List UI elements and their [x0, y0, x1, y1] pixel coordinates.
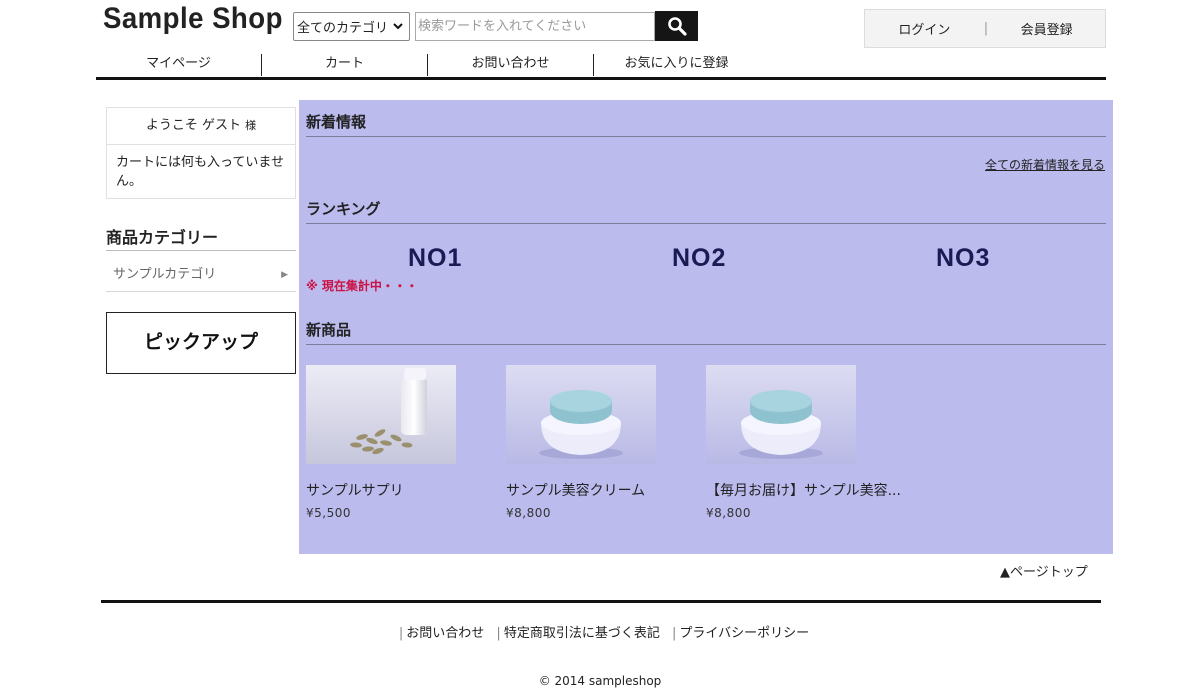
rank-2: NO2 [672, 244, 727, 272]
global-nav: マイページ カート お問い合わせ お気に入りに登録 [96, 54, 1106, 79]
product-price: ¥5,500 [306, 506, 351, 520]
news-heading: 新着情報 [306, 113, 367, 131]
product-name[interactable]: サンプルサプリ [306, 480, 506, 500]
welcome-text: ようこそ ゲスト [145, 118, 241, 133]
welcome-suffix: 様 [245, 119, 257, 132]
product-price: ¥8,800 [706, 506, 751, 520]
nav-divider [96, 77, 1106, 80]
category-select-value: 全てのカテゴリ [297, 21, 389, 36]
footer-separator: | [671, 626, 677, 641]
category-item-label: サンプルカテゴリ [113, 267, 217, 282]
ranking-note: ※ 現在集計中・・・ [306, 279, 418, 293]
footer-link-contact[interactable]: お問い合わせ [406, 626, 484, 641]
footer-link-legal[interactable]: 特定商取引法に基づく表記 [504, 626, 660, 641]
product-card[interactable]: サンプルサプリ ¥5,500 [306, 365, 506, 520]
supplement-image[interactable] [306, 365, 456, 464]
chevron-down-icon [393, 23, 403, 30]
product-name[interactable]: サンプル美容クリーム [506, 480, 706, 500]
register-link[interactable]: 会員登録 [988, 19, 1105, 38]
main-content: 新着情報 全ての新着情報を見る ランキング NO1 NO2 NO3 ※ 現在集計… [299, 100, 1113, 554]
all-news-link[interactable]: 全ての新着情報を見る [985, 156, 1105, 173]
welcome-box: ようこそ ゲスト 様 カートには何も入っていません。 [106, 107, 296, 199]
new-products-heading: 新商品 [306, 321, 352, 339]
product-card[interactable]: サンプル美容クリーム ¥8,800 [506, 365, 706, 520]
rank-3: NO3 [936, 244, 991, 272]
login-link[interactable]: ログイン [865, 19, 984, 38]
product-price: ¥8,800 [506, 506, 551, 520]
nav-cart[interactable]: カート [262, 54, 428, 76]
footer-link-privacy[interactable]: プライバシーポリシー [679, 626, 809, 641]
nav-mypage[interactable]: マイページ [96, 54, 262, 76]
search-button[interactable] [655, 11, 698, 41]
rank-1: NO1 [408, 244, 463, 272]
category-heading: 商品カテゴリー [106, 228, 219, 247]
cart-status: カートには何も入っていません。 [116, 155, 284, 189]
footer-separator: | [398, 626, 404, 641]
nav-favorite[interactable]: お気に入りに登録 [594, 54, 759, 76]
footer-divider [101, 600, 1101, 603]
pickup-banner[interactable]: ピックアップ [106, 312, 296, 374]
triangle-right-icon: ▶ [281, 270, 288, 280]
welcome-greeting: ようこそ ゲスト 様 [107, 108, 295, 145]
cream-jar-image[interactable] [706, 365, 856, 464]
category-divider [106, 250, 296, 251]
news-divider [306, 136, 1106, 137]
cream-jar-image[interactable] [506, 365, 656, 464]
footer-links: | お問い合わせ | 特定商取引法に基づく表記 | プライバシーポリシー [0, 622, 1200, 641]
search-icon [667, 17, 687, 36]
nav-contact[interactable]: お問い合わせ [428, 54, 594, 76]
new-products-divider [306, 344, 1106, 345]
page-top-link[interactable]: ▲ページトップ [1000, 561, 1088, 580]
ranking-heading: ランキング [306, 200, 381, 218]
category-select[interactable]: 全てのカテゴリ [293, 12, 410, 41]
product-card[interactable]: 【毎月お届け】サンプル美容... ¥8,800 [706, 365, 906, 520]
footer-separator: | [496, 626, 501, 641]
search-input[interactable] [415, 12, 655, 41]
auth-box: ログイン | 会員登録 [864, 9, 1106, 48]
copyright: © 2014 sampleshop [538, 674, 662, 688]
product-name[interactable]: 【毎月お届け】サンプル美容... [706, 480, 906, 500]
ranking-divider [306, 223, 1106, 224]
site-logo[interactable]: Sample Shop [103, 0, 283, 38]
category-item[interactable]: サンプルカテゴリ ▶ [106, 258, 296, 292]
